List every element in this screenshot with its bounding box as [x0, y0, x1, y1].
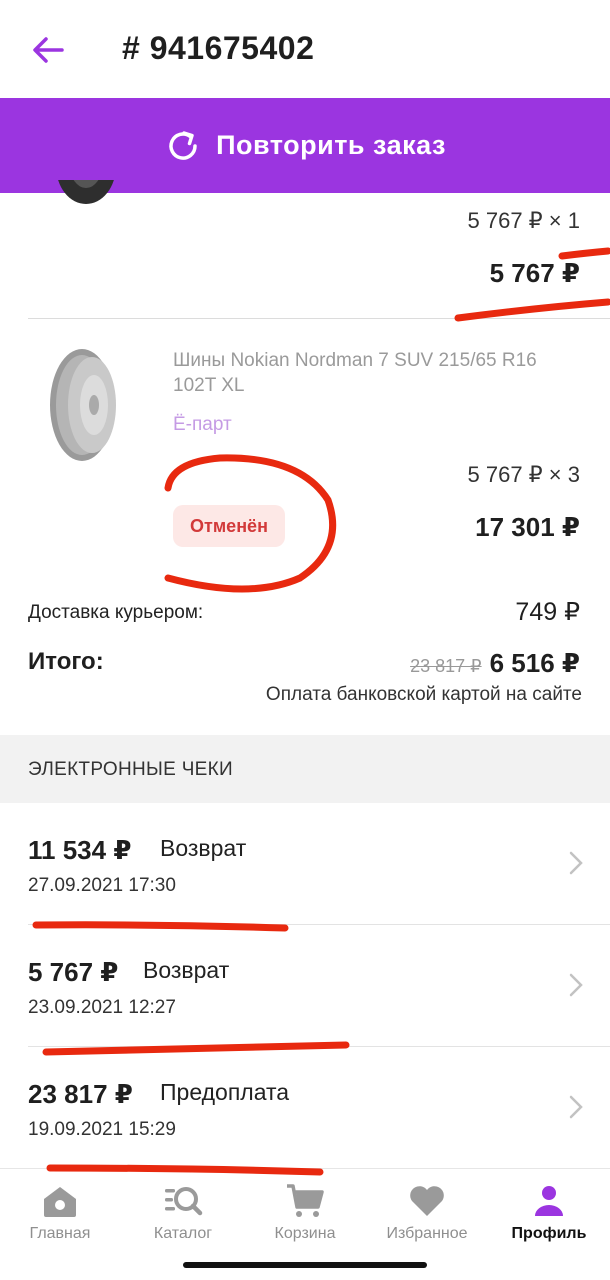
item2-sum: 17 301 ₽: [475, 512, 580, 542]
tab-cart[interactable]: Корзина: [245, 1183, 365, 1243]
receipt-date: 23.09.2021 12:27: [28, 997, 176, 1018]
annotation-underline: [558, 247, 610, 260]
home-icon: [44, 1187, 76, 1217]
tab-label: Избранное: [386, 1225, 468, 1242]
chevron-right-icon: [569, 851, 583, 875]
tab-home[interactable]: Главная: [0, 1183, 120, 1243]
payment-method: Оплата банковской картой на сайте: [265, 684, 582, 705]
receipts-section-header: ЭЛЕКТРОННЫЕ ЧЕКИ: [0, 735, 610, 803]
repeat-order-label: Повторить заказ: [216, 130, 446, 160]
heart-icon: [410, 1186, 444, 1216]
delivery-price: 749 ₽: [515, 598, 580, 626]
chevron-right-icon: [569, 1095, 583, 1119]
arrow-left-icon[interactable]: [28, 30, 68, 70]
order-number-title: # 941675402: [122, 30, 315, 66]
tab-label: Главная: [29, 1225, 91, 1242]
total-amount: 23 817 ₽ 6 516 ₽: [410, 648, 580, 679]
receipt-type: Предоплата: [160, 1079, 290, 1105]
home-indicator: [183, 1262, 427, 1268]
receipt-type: Возврат: [160, 835, 247, 861]
refresh-icon: [169, 130, 197, 160]
catalog-search-icon: [165, 1187, 203, 1216]
receipt-date: 27.09.2021 17:30: [28, 875, 176, 896]
product-name[interactable]: Шины Nokian Nordman 7 SUV 215/65 R16 102…: [173, 348, 583, 398]
repeat-order-button[interactable]: Повторить заказ: [0, 98, 610, 193]
item-divider: [28, 318, 610, 319]
receipt-row[interactable]: 23 817 ₽ Предоплата 19.09.2021 15:29: [0, 1047, 610, 1169]
receipt-amount: 5 767 ₽: [28, 957, 119, 987]
tab-label: Корзина: [274, 1225, 336, 1242]
tab-label: Каталог: [153, 1225, 213, 1242]
receipt-date: 19.09.2021 15:29: [28, 1119, 176, 1140]
profile-icon: [535, 1186, 563, 1216]
total-label: Итого:: [28, 648, 104, 675]
app-header: # 941675402: [0, 0, 610, 98]
tab-favorites[interactable]: Избранное: [367, 1183, 487, 1243]
item1-unit-price: 5 767 ₽ × 1: [467, 208, 580, 233]
seller-name[interactable]: Ё-парт: [173, 414, 232, 436]
annotation-underline: [454, 298, 610, 322]
tab-label: Профиль: [511, 1225, 587, 1242]
status-badge: Отменён: [173, 505, 285, 547]
delivery-label: Доставка курьером:: [28, 602, 204, 623]
receipt-row[interactable]: 5 767 ₽ Возврат 23.09.2021 12:27: [0, 925, 610, 1047]
product-image-partial: [52, 180, 120, 208]
tire-product-image[interactable]: [44, 346, 128, 464]
receipt-row[interactable]: 11 534 ₽ Возврат 27.09.2021 17:30: [0, 803, 610, 925]
cart-icon: [287, 1184, 324, 1217]
total-old-price: 23 817 ₽: [410, 656, 482, 676]
item1-sum: 5 767 ₽: [489, 258, 580, 288]
chevron-right-icon: [569, 973, 583, 997]
receipt-amount: 23 817 ₽: [28, 1079, 133, 1109]
tab-catalog[interactable]: Каталог: [123, 1183, 243, 1243]
tab-profile[interactable]: Профиль: [489, 1183, 609, 1243]
total-new-price: 6 516 ₽: [489, 648, 580, 678]
receipt-type: Возврат: [143, 957, 230, 983]
item2-unit-price: 5 767 ₽ × 3: [467, 462, 580, 487]
receipts-title: ЭЛЕКТРОННЫЕ ЧЕКИ: [28, 759, 233, 780]
receipt-amount: 11 534 ₽: [28, 835, 132, 865]
